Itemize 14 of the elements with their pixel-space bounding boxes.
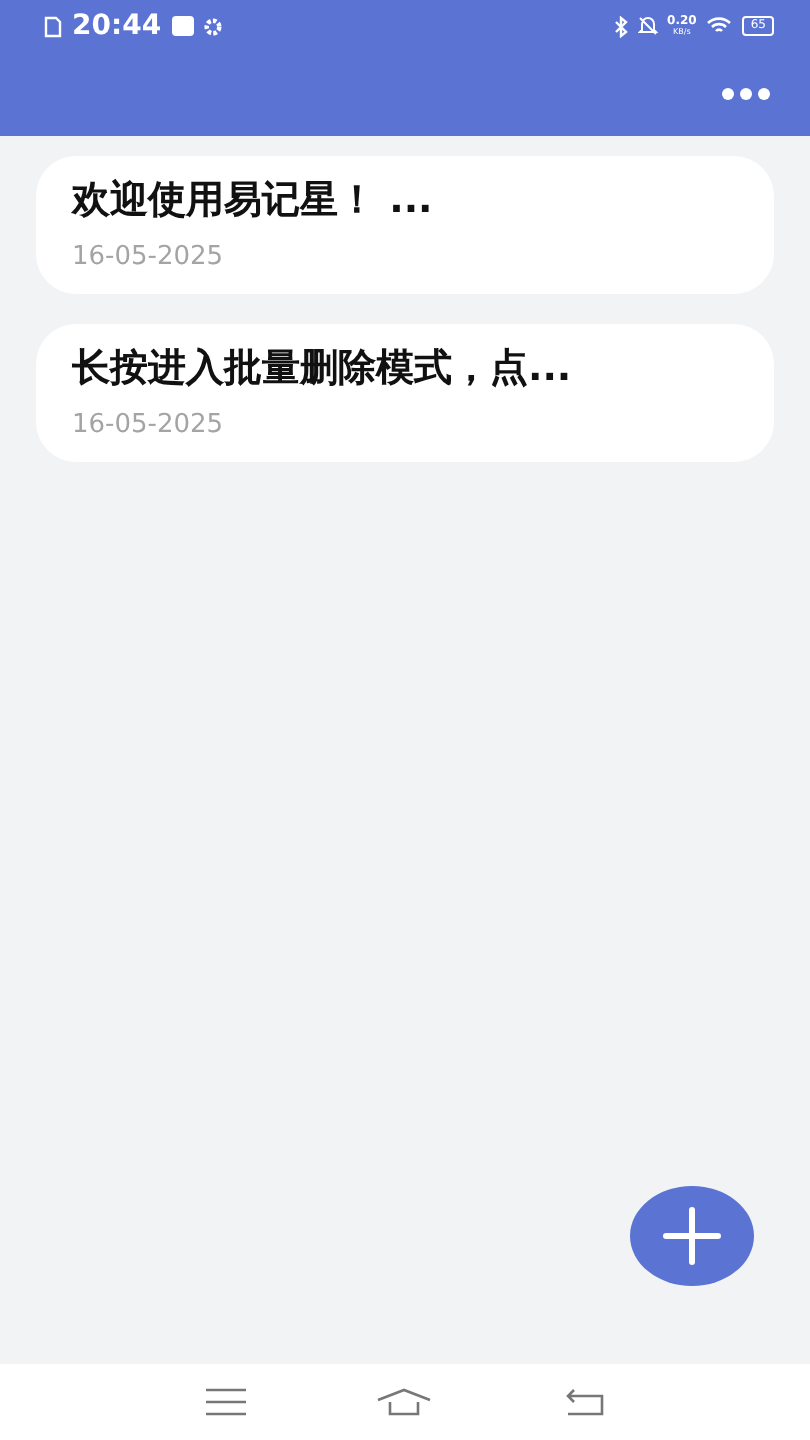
wifi-icon	[706, 16, 733, 36]
note-card[interactable]: 欢迎使用易记星！ ... 16-05-2025	[36, 156, 774, 294]
note-card[interactable]: 长按进入批量删除模式，点... 16-05-2025	[36, 324, 774, 462]
menu-icon[interactable]	[201, 1384, 250, 1420]
bell-off-icon	[637, 16, 658, 36]
sim-icon	[44, 15, 62, 37]
note-date: 16-05-2025	[72, 410, 226, 440]
bluetooth-icon	[613, 15, 628, 37]
more-button[interactable]	[718, 84, 774, 104]
note-title: 长按进入批量删除模式，点...	[72, 344, 574, 394]
status-time: 20:44	[72, 10, 162, 42]
note-title: 欢迎使用易记星！ ...	[72, 176, 435, 226]
plus-icon	[662, 1206, 722, 1266]
note-date: 16-05-2025	[72, 242, 226, 272]
